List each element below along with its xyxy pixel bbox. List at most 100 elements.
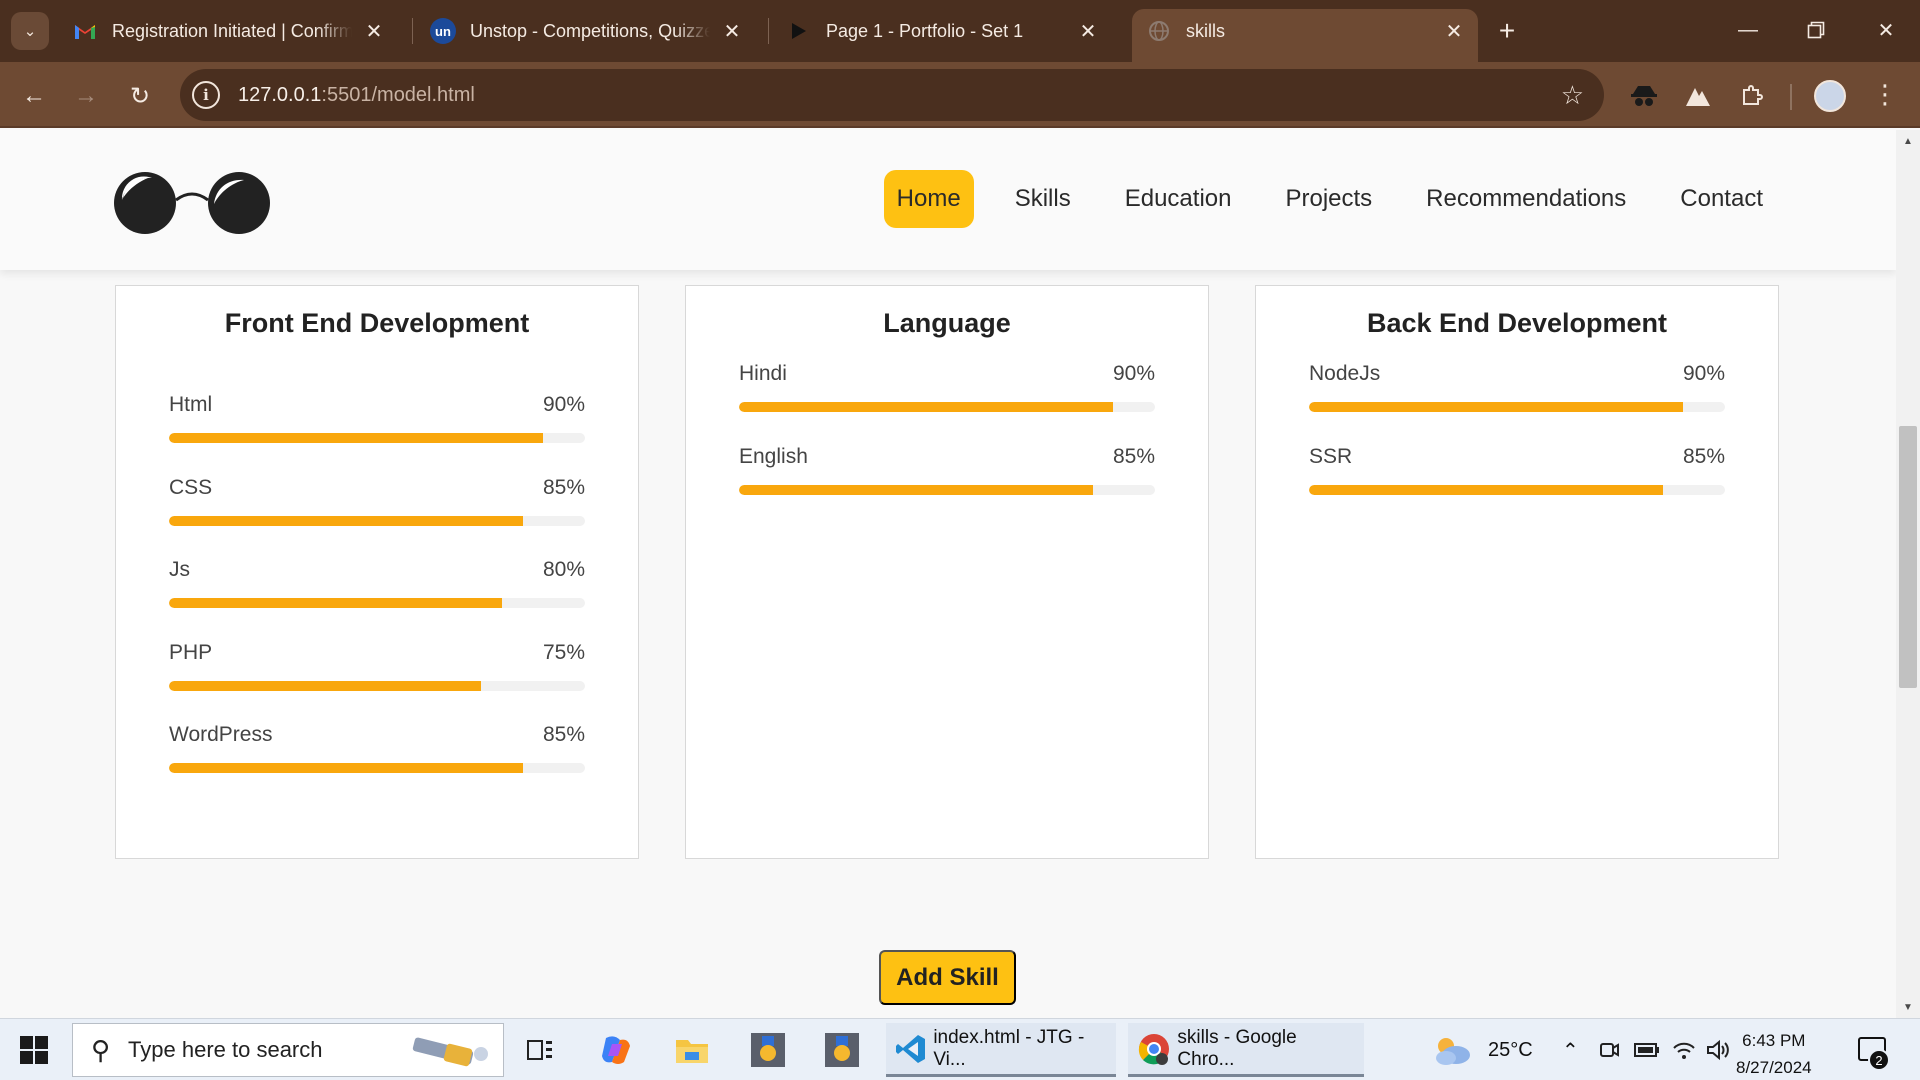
address-bar[interactable]: i 127.0.0.1:5501/model.html ☆ [180,69,1604,121]
page-scrollbar[interactable]: ▲ ▼ [1896,130,1920,1018]
skill-row: English 85% [739,445,1155,528]
nav-skills[interactable]: Skills [1002,170,1084,228]
close-icon[interactable]: ✕ [362,19,386,44]
close-icon: ✕ [1877,19,1895,42]
nav-contact[interactable]: Contact [1667,170,1776,228]
progress-fill [739,402,1114,412]
progress-track [169,598,585,608]
extensions-puzzle-icon[interactable] [1734,78,1770,114]
file-explorer-icon[interactable] [672,1030,712,1070]
site-header: Home Skills Education Projects Recommend… [0,130,1896,270]
new-tab-button[interactable]: + [1490,14,1524,48]
skill-row: PHP 75% [169,641,585,724]
reload-icon: ↻ [129,82,151,110]
gmail-icon [72,18,98,44]
skill-card-backend: Back End Development NodeJs 90% SSR 85% [1255,285,1779,859]
chevron-up-icon: ⌃ [1562,1039,1579,1062]
tab-title: Unstop - Competitions, Quizzes [470,20,710,41]
skill-row: WordPress 85% [169,723,585,806]
back-button[interactable]: ← [16,78,52,114]
skill-percent: 75% [542,640,585,664]
reload-button[interactable]: ↻ [122,78,158,114]
volume-icon[interactable] [1706,1019,1730,1080]
close-icon[interactable]: ✕ [1076,19,1100,44]
extension-spy-icon[interactable] [1626,78,1662,114]
progress-fill [1309,484,1663,495]
windows-taskbar: ⚲ Type here to search index.html - JTG -… [0,1018,1920,1080]
forward-button[interactable]: → [68,78,104,114]
weather-cloud-icon [1436,1038,1470,1065]
search-highlight-icon [412,1037,488,1067]
system-clock[interactable]: 6:43 PM 8/27/2024 [1736,1027,1812,1080]
nav-education[interactable]: Education [1112,170,1245,228]
site-info-icon[interactable]: i [192,81,220,109]
profile-avatar[interactable] [1814,80,1846,112]
progress-track [169,763,585,773]
restore-button[interactable] [1794,10,1838,50]
skill-list: NodeJs 90% SSR 85% [1309,362,1725,527]
copilot-icon[interactable] [596,1030,636,1070]
skill-percent: 90% [1112,362,1155,385]
skill-percent: 90% [542,393,585,416]
task-view-icon[interactable] [520,1030,560,1070]
progress-fill [169,433,544,443]
tab-search-button[interactable]: ⌄ [11,12,49,50]
toolbar-divider [1790,84,1792,110]
browser-toolbar: ← → ↻ i 127.0.0.1:5501/model.html ☆ ⋮ [0,62,1920,128]
card-title: Back End Development [1366,308,1668,338]
show-hidden-icons[interactable]: ⌃ [1562,1019,1579,1080]
taskbar-window-chrome[interactable]: skills - Google Chro... [1128,1023,1364,1077]
tab-gmail[interactable]: Registration Initiated | Confirmation ✕ [58,9,398,53]
close-icon[interactable]: ✕ [720,19,744,44]
nav-recommendations[interactable]: Recommendations [1413,170,1639,228]
window-label: skills - Google Chro... [1177,1026,1297,1070]
extension-mountain-icon[interactable] [1680,78,1716,114]
glasses-logo-icon[interactable] [114,170,270,236]
play-icon [786,18,812,44]
taskbar-window-vscode[interactable]: index.html - JTG - Vi... [886,1023,1116,1077]
taskbar-search[interactable]: ⚲ Type here to search [72,1023,504,1077]
skill-name: CSS [169,475,213,499]
close-window-button[interactable]: ✕ [1864,10,1908,50]
progress-track [739,484,1155,495]
progress-track [169,680,585,691]
vscode-icon [894,1031,927,1067]
progress-fill [169,515,523,526]
main-nav: Home Skills Education Projects Recommend… [856,170,1776,228]
close-icon[interactable]: ✕ [1442,19,1466,44]
medal-app-icon[interactable] [748,1030,788,1070]
wifi-icon[interactable] [1672,1019,1696,1080]
medal-app-icon-2[interactable] [822,1030,862,1070]
scroll-down-icon[interactable]: ▼ [1902,1002,1914,1014]
add-skill-button[interactable]: Add Skill [879,950,1016,1005]
url-host: 127.0.0.1 [238,83,322,106]
url-path: :5501/model.html [321,83,475,106]
minimize-button[interactable]: — [1726,10,1770,50]
nav-projects[interactable]: Projects [1272,170,1385,228]
chrome-icon [1136,1031,1171,1067]
clock-date: 8/27/2024 [1736,1058,1812,1077]
notification-count-badge: 2 [1868,1049,1890,1071]
tab-skills[interactable]: skills ✕ [1132,9,1478,62]
progress-track [169,433,585,443]
skill-row: Js 80% [169,558,585,641]
progress-fill [739,484,1093,495]
browser-menu-icon[interactable]: ⋮ [1872,78,1898,110]
skill-name: English [739,444,808,468]
tab-portfolio[interactable]: Page 1 - Portfolio - Set 1 ✕ [772,9,1112,53]
nav-home[interactable]: Home [883,170,974,228]
search-icon: ⚲ [91,1034,111,1065]
skill-name: Js [169,558,190,581]
skill-row: Hindi 90% [739,362,1155,445]
scroll-thumb[interactable] [1899,426,1917,688]
windows-start-icon[interactable] [20,1036,48,1064]
skill-name: SSR [1309,444,1353,468]
bookmark-star-icon[interactable]: ☆ [1561,80,1584,111]
battery-icon[interactable] [1634,1019,1660,1080]
weather-widget[interactable]: 25°C [1432,1019,1533,1080]
meet-now-icon[interactable] [1598,1019,1620,1080]
url-text[interactable]: 127.0.0.1:5501/model.html [238,84,475,107]
skill-card-language: Language Hindi 90% English 85% [685,285,1209,859]
scroll-up-icon[interactable]: ▲ [1902,136,1914,148]
tab-unstop[interactable]: un Unstop - Competitions, Quizzes ✕ [416,9,756,53]
